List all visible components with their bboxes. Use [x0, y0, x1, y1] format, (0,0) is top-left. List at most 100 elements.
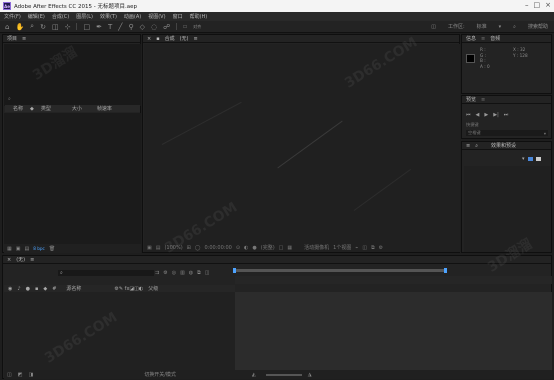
- show-snapshot-icon[interactable]: ◐: [244, 245, 248, 251]
- always-preview-icon[interactable]: ▣: [147, 245, 152, 251]
- zoom-icon[interactable]: ⌕: [30, 22, 34, 31]
- previous-frame-icon[interactable]: ◀: [476, 112, 480, 118]
- camera-select[interactable]: 活动摄像机: [304, 244, 329, 251]
- roi-icon[interactable]: □: [279, 245, 284, 251]
- maximize-icon[interactable]: □: [534, 1, 541, 9]
- search-icon[interactable]: ⌕: [475, 143, 478, 149]
- timeline-ruler[interactable]: [235, 276, 552, 284]
- flowchart-icon[interactable]: ⚙: [379, 245, 383, 251]
- project-tab[interactable]: 项目: [7, 35, 17, 42]
- frame-blending-icon[interactable]: ▥: [180, 270, 185, 276]
- snapshot-icon[interactable]: ⊙: [236, 245, 240, 251]
- search-help-icon[interactable]: ⌕: [513, 24, 516, 30]
- expand-switches-icon[interactable]: ◩: [18, 372, 23, 378]
- shortcut-select[interactable]: 空格键 ▾: [466, 130, 548, 136]
- visibility-icon[interactable]: ◉: [8, 286, 12, 292]
- views-select[interactable]: 1个视图: [333, 244, 351, 251]
- graph-editor-icon[interactable]: ⧉: [197, 270, 201, 276]
- channel-icon[interactable]: ●: [252, 245, 256, 251]
- play-icon[interactable]: ▶: [484, 112, 488, 118]
- new-composition-icon[interactable]: ▤: [24, 246, 29, 252]
- zoom-in-icon[interactable]: ◮: [308, 372, 312, 378]
- mask-icon[interactable]: ◯: [195, 245, 201, 251]
- timeline-tab[interactable]: (无): [16, 256, 25, 263]
- search-icon[interactable]: ⌕: [8, 96, 11, 102]
- comp-flowchart-icon[interactable]: ⇉: [155, 270, 159, 276]
- parent-column[interactable]: 父级: [148, 285, 158, 292]
- 3d-renderer-icon[interactable]: ⌁: [355, 245, 358, 251]
- info-tab[interactable]: 信息: [466, 35, 476, 42]
- resolution-select[interactable]: (完整): [261, 244, 275, 251]
- close-tab-icon[interactable]: ×: [7, 257, 11, 263]
- next-frame-icon[interactable]: ▶|: [493, 112, 499, 118]
- menu-help[interactable]: 帮助(H): [190, 13, 208, 20]
- last-frame-icon[interactable]: ⏭: [504, 112, 509, 118]
- hand-icon[interactable]: ✋: [15, 23, 24, 31]
- roto-icon[interactable]: ◌: [151, 23, 157, 31]
- toggle-switches-modes[interactable]: 切换开关/模式: [144, 371, 176, 378]
- composition-tab[interactable]: 合成: [165, 35, 175, 42]
- panel-menu-icon[interactable]: ≡: [22, 36, 26, 42]
- menu-window[interactable]: 窗口: [173, 13, 183, 20]
- workspace-dropdown-icon[interactable]: ▾: [499, 24, 502, 30]
- zoom-out-icon[interactable]: ◭: [252, 372, 256, 378]
- expand-layer-icon[interactable]: ◫: [7, 372, 12, 378]
- draft-3d-icon[interactable]: ⚙: [163, 270, 167, 276]
- transparency-icon[interactable]: ▦: [287, 245, 292, 251]
- menu-animation[interactable]: 动画(A): [124, 13, 141, 20]
- panel-menu-icon[interactable]: ≡: [194, 36, 198, 42]
- minimize-icon[interactable]: –: [525, 1, 529, 9]
- brainstorm-icon[interactable]: ◫: [205, 270, 210, 276]
- workspace-select[interactable]: 标准: [477, 23, 487, 30]
- expand-in-out-icon[interactable]: ◨: [28, 372, 33, 378]
- text-icon[interactable]: T: [108, 23, 112, 31]
- panel-menu-icon[interactable]: ≡: [481, 97, 485, 103]
- menu-file[interactable]: 文件(F): [4, 13, 21, 20]
- rect-shape-icon[interactable]: □: [83, 23, 90, 31]
- source-name-column[interactable]: 源名称: [66, 285, 81, 292]
- timeline-icon[interactable]: ⧉: [371, 245, 375, 251]
- pan-behind-icon[interactable]: ⊹: [65, 23, 71, 31]
- first-frame-icon[interactable]: ⏮: [466, 112, 471, 118]
- close-tab-icon[interactable]: ×: [147, 36, 151, 42]
- effects-tab[interactable]: 效果和预设: [491, 142, 516, 149]
- preview-tab[interactable]: 预览: [466, 96, 476, 103]
- menu-view[interactable]: 视图(V): [148, 13, 165, 20]
- render-icon[interactable]: ◫: [362, 245, 367, 251]
- timecode-value[interactable]: 0:00:00:00: [204, 245, 231, 251]
- lock-icon[interactable]: ▪: [156, 36, 159, 42]
- rotate-icon[interactable]: ↻: [40, 23, 46, 31]
- panel-menu-icon[interactable]: ≡: [30, 257, 34, 263]
- lock-icon[interactable]: ▪: [35, 286, 38, 292]
- menu-composition[interactable]: 合成(C): [52, 13, 69, 20]
- timeline-search-row[interactable]: ⌕: [58, 270, 154, 276]
- new-folder-icon[interactable]: ▣: [16, 246, 21, 252]
- composition-value[interactable]: (无): [180, 35, 189, 42]
- time-navigator-end[interactable]: [444, 268, 447, 273]
- home-icon[interactable]: ⌂: [5, 23, 9, 31]
- motion-blur-icon[interactable]: ◍: [189, 270, 193, 276]
- brush-icon[interactable]: ╱: [118, 23, 122, 31]
- column-size[interactable]: 大小: [72, 105, 82, 112]
- solo-icon[interactable]: ●: [26, 286, 30, 292]
- menu-edit[interactable]: 编辑(E): [28, 13, 45, 20]
- interpret-footage-icon[interactable]: ▦: [7, 246, 12, 252]
- bit-depth-value[interactable]: 8 bpc: [33, 246, 45, 251]
- column-type[interactable]: 类型: [41, 105, 51, 112]
- audio-tab[interactable]: 音频: [490, 35, 500, 42]
- audio-icon[interactable]: ♪: [17, 286, 20, 292]
- effects-search-icon[interactable]: ▾: [522, 156, 525, 162]
- snapping-checkbox-icon[interactable]: ☐: [183, 24, 187, 29]
- close-icon[interactable]: ×: [545, 1, 551, 9]
- eraser-icon[interactable]: ◇: [140, 23, 145, 31]
- column-name[interactable]: 名称: [13, 105, 23, 112]
- time-navigator-start[interactable]: [233, 268, 236, 273]
- menu-layer[interactable]: 图层(L): [76, 13, 93, 20]
- sync-icon[interactable]: ◫: [431, 24, 436, 30]
- puppet-icon[interactable]: ☍: [163, 23, 170, 31]
- region-icon[interactable]: ▤: [156, 245, 161, 251]
- shy-icon[interactable]: ◎: [172, 270, 176, 276]
- zoom-slider[interactable]: [265, 373, 302, 376]
- pen-icon[interactable]: ✒: [96, 23, 102, 31]
- menu-effect[interactable]: 效果(T): [100, 13, 117, 20]
